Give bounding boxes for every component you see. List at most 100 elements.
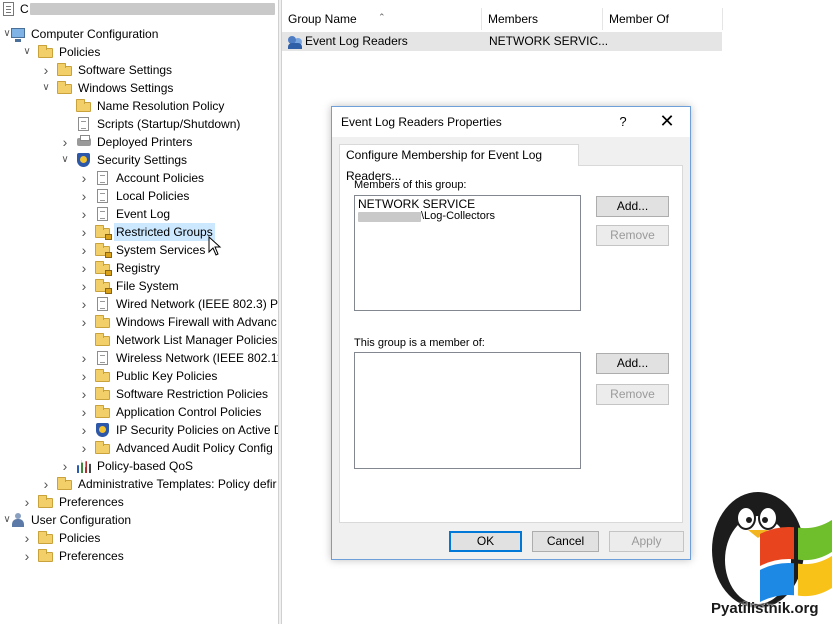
tree-item[interactable]: ∨ Computer Configuration [0, 25, 278, 43]
members-listbox[interactable]: NETWORK SERVICE \Log-Collectors [354, 195, 581, 311]
tab-configure-membership[interactable]: Configure Membership for Event Log Reade… [339, 144, 579, 183]
chevron-right-icon[interactable]: › [79, 421, 89, 439]
help-button[interactable]: ? [608, 107, 638, 137]
column-header-members[interactable]: Members [482, 8, 603, 30]
tree-item[interactable]: › Public Key Policies [0, 367, 278, 385]
chevron-right-icon[interactable]: › [79, 169, 89, 187]
tree-item[interactable]: Network List Manager Policies [0, 331, 278, 349]
tree-item[interactable]: ∨ Policies [0, 43, 278, 61]
tree-item[interactable]: ∨ User Configuration [0, 511, 278, 529]
tree-item-label: Wireless Network (IEEE 802.11) [116, 351, 278, 365]
tree-item[interactable]: › IP Security Policies on Active D [0, 421, 278, 439]
tree-root[interactable]: C [0, 0, 278, 18]
ok-button[interactable]: OK [449, 531, 522, 552]
close-icon[interactable]: ✕ [652, 107, 682, 137]
chevron-right-icon[interactable]: › [79, 295, 89, 313]
locked-folder-icon [95, 279, 112, 294]
console-tree: C ∨ Computer Configuration ∨ Policies › Softw… [0, 0, 278, 624]
apply-button[interactable]: Apply [609, 531, 684, 552]
printer-icon [76, 135, 91, 149]
column-header-member-of[interactable]: Member Of [603, 8, 723, 30]
tree-item-label: Windows Settings [78, 81, 174, 95]
chevron-right-icon[interactable]: › [41, 61, 51, 79]
tree-item[interactable]: › Wired Network (IEEE 802.3) Pol [0, 295, 278, 313]
chevron-right-icon[interactable]: › [79, 385, 89, 403]
tree-item[interactable]: › Preferences [0, 547, 278, 565]
members-add-button[interactable]: Add... [596, 196, 669, 217]
policy-document-icon [95, 189, 110, 203]
chevron-right-icon[interactable]: › [22, 493, 32, 511]
tree-item[interactable]: › Software Settings [0, 61, 278, 79]
member-of-add-button[interactable]: Add... [596, 353, 669, 374]
tree-item[interactable]: › Registry [0, 259, 278, 277]
tree-item[interactable]: › Windows Firewall with Advanc [0, 313, 278, 331]
tree-root-label: C [20, 2, 29, 16]
tree-item-label: Computer Configuration [31, 27, 159, 41]
member-of-listbox[interactable] [354, 352, 581, 469]
tree-item[interactable]: › Software Restriction Policies [0, 385, 278, 403]
folder-icon [95, 405, 110, 419]
column-header-label: Members [488, 12, 539, 26]
tree-item[interactable]: ∨ Windows Settings [0, 79, 278, 97]
chevron-right-icon[interactable]: › [22, 547, 32, 565]
tree-item[interactable]: › Advanced Audit Policy Config [0, 439, 278, 457]
tree-item-label: Windows Firewall with Advanc [116, 315, 277, 329]
tree-item-label: Deployed Printers [97, 135, 193, 149]
tree-item-label: Local Policies [116, 189, 190, 203]
tree-item[interactable]: › Account Policies [0, 169, 278, 187]
table-row[interactable]: Event Log Readers NETWORK SERVIC... [282, 32, 722, 51]
chevron-right-icon[interactable]: › [41, 475, 51, 493]
chevron-right-icon[interactable]: › [79, 439, 89, 457]
tree-item[interactable]: Name Resolution Policy [0, 97, 278, 115]
tree-item[interactable]: › Wireless Network (IEEE 802.11) [0, 349, 278, 367]
security-shield-icon [76, 153, 91, 167]
tree-item[interactable]: › Policies [0, 529, 278, 547]
tree-item[interactable]: › Application Control Policies [0, 403, 278, 421]
chevron-right-icon[interactable]: › [79, 187, 89, 205]
list-item[interactable]: NETWORK SERVICE [358, 197, 475, 211]
chevron-right-icon[interactable]: › [79, 403, 89, 421]
tree-item-label: Software Settings [78, 63, 173, 77]
locked-folder-icon [95, 243, 112, 258]
chevron-down-icon[interactable]: ∨ [41, 79, 51, 97]
column-header-group-name[interactable]: Group Name ⌃ [282, 8, 482, 30]
chevron-right-icon[interactable]: › [79, 259, 89, 277]
tree-item-label: Wired Network (IEEE 802.3) Pol [116, 297, 278, 311]
tree-item-label: Preferences [59, 495, 124, 509]
chevron-down-icon[interactable]: ∨ [22, 43, 32, 61]
chevron-right-icon[interactable]: › [79, 241, 89, 259]
dialog-title-bar[interactable]: Event Log Readers Properties ? ✕ [332, 107, 690, 137]
tree-item[interactable]: › Local Policies [0, 187, 278, 205]
chevron-right-icon[interactable]: › [60, 133, 70, 151]
folder-icon [57, 81, 72, 95]
tree-item[interactable]: › Administrative Templates: Policy defir [0, 475, 278, 493]
tree-item-label: Network List Manager Policies [116, 333, 278, 347]
tree-item-label: Administrative Templates: Policy defir [78, 477, 277, 491]
tree-item[interactable]: › Deployed Printers [0, 133, 278, 151]
tree-item[interactable]: › Event Log [0, 205, 278, 223]
tree-item[interactable]: › Preferences [0, 493, 278, 511]
tree-item-label: Registry [116, 261, 161, 275]
chevron-right-icon[interactable]: › [79, 349, 89, 367]
list-item[interactable]: \Log-Collectors [421, 210, 495, 222]
tree-item[interactable]: › Policy-based QoS [0, 457, 278, 475]
tree-item-label: Application Control Policies [116, 405, 262, 419]
tree-item[interactable]: › Restricted Groups [0, 223, 278, 241]
chevron-right-icon[interactable]: › [22, 529, 32, 547]
chevron-right-icon[interactable]: › [79, 205, 89, 223]
tree-item[interactable]: › System Services [0, 241, 278, 259]
chevron-down-icon[interactable]: ∨ [60, 151, 70, 169]
members-remove-button[interactable]: Remove [596, 225, 669, 246]
cancel-button[interactable]: Cancel [532, 531, 599, 552]
chevron-right-icon[interactable]: › [60, 457, 70, 475]
member-of-remove-button[interactable]: Remove [596, 384, 669, 405]
tree-item[interactable]: ∨ Security Settings [0, 151, 278, 169]
tree-item[interactable]: Scripts (Startup/Shutdown) [0, 115, 278, 133]
chevron-right-icon[interactable]: › [79, 367, 89, 385]
chevron-right-icon[interactable]: › [79, 277, 89, 295]
chevron-right-icon[interactable]: › [79, 223, 89, 241]
computer-icon [10, 27, 25, 42]
chevron-right-icon[interactable]: › [79, 313, 89, 331]
tree-item-label: Name Resolution Policy [97, 99, 225, 113]
tree-item[interactable]: › File System [0, 277, 278, 295]
